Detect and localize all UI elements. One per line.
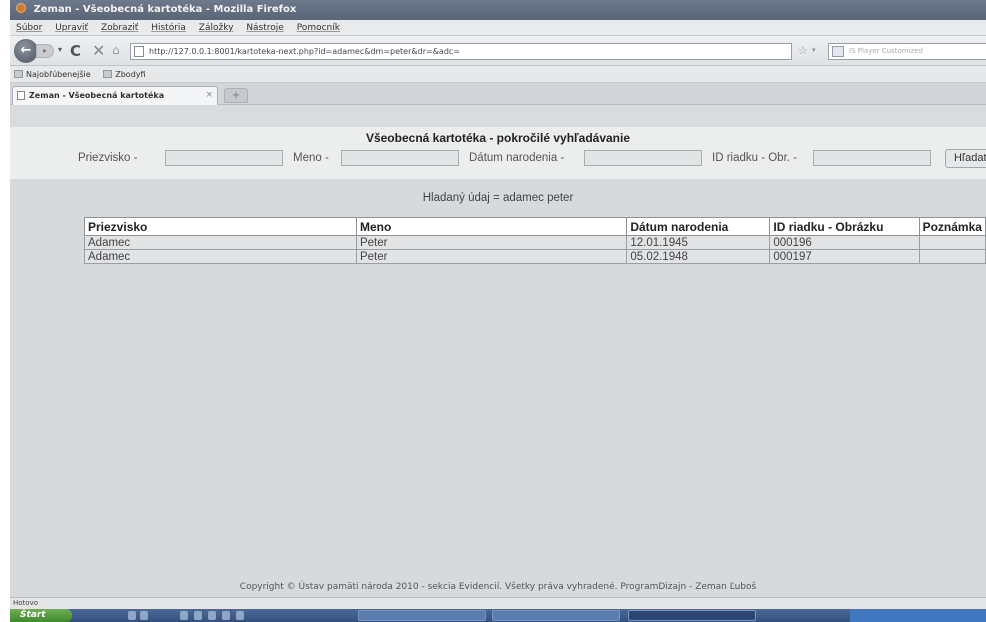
menu-bar: Súbor Upraviť Zobraziť História Záložky … — [10, 20, 986, 36]
cell-birth-date: 12.01.1945 — [626, 235, 771, 250]
url-bar[interactable]: http://127.0.0.1:8001/kartoteka-next.php… — [130, 43, 792, 60]
chevron-down-icon: ▾ — [812, 46, 816, 54]
reload-button[interactable]: C — [70, 42, 81, 60]
url-text: http://127.0.0.1:8001/kartoteka-next.php… — [149, 47, 461, 56]
cell-row-id: 000196 — [769, 235, 920, 250]
scan-edge — [0, 0, 10, 622]
cell-row-id: 000197 — [769, 249, 920, 264]
bookmark-most-visited[interactable]: Najobľúbenejšie — [14, 70, 91, 79]
menu-help[interactable]: Pomocník — [297, 23, 340, 33]
taskbar-window-button[interactable] — [628, 610, 756, 621]
bookmarks-toolbar: Najobľúbenejšie Zbodyfi — [10, 66, 986, 83]
home-icon: ⌂ — [112, 43, 120, 57]
name-label: Meno - — [293, 152, 329, 164]
menu-bookmarks[interactable]: Záložky — [199, 23, 234, 33]
history-dropdown-button[interactable]: ▾ — [58, 45, 62, 54]
quick-launch-icon[interactable] — [180, 611, 188, 620]
search-summary: Hladaný údaj = adamec peter — [422, 192, 574, 204]
table-row[interactable]: Adamec Peter 05.02.1948 000197 — [84, 249, 986, 264]
taskbar: Štart — [10, 609, 986, 622]
row-id-input[interactable] — [813, 150, 931, 166]
star-icon: ☆ — [798, 44, 808, 57]
url-dropdown-button[interactable]: ▾ — [812, 46, 816, 54]
bookmark-label: Zbodyfi — [115, 70, 146, 79]
menu-file[interactable]: Súbor — [16, 23, 42, 33]
column-header-birth-date: Dátum narodenia — [626, 217, 771, 236]
system-tray — [850, 609, 986, 622]
page-icon — [134, 46, 144, 57]
birth-date-label: Dátum narodenia - — [469, 152, 565, 164]
tab-label: Zeman - Všeobecná kartotéka — [29, 91, 165, 100]
cell-name: Peter — [355, 235, 628, 250]
start-button[interactable]: Štart — [10, 609, 72, 622]
taskbar-window-button[interactable] — [492, 610, 620, 621]
firefox-icon — [16, 3, 26, 13]
cell-note — [918, 249, 986, 264]
bookmark-item[interactable]: Zbodyfi — [103, 70, 146, 79]
row-id-label: ID riadku - Obr. - — [712, 152, 797, 164]
tab-strip: Zeman - Všeobecná kartotéka × + — [10, 83, 986, 105]
name-input[interactable] — [341, 150, 459, 166]
bookmark-star-button[interactable]: ☆ — [798, 44, 808, 57]
menu-history[interactable]: História — [151, 23, 186, 33]
search-placeholder: IS Player Customized — [849, 47, 923, 55]
status-bar: Hotovo — [10, 597, 986, 609]
surname-label: Priezvisko - — [78, 152, 138, 164]
page-icon — [17, 91, 25, 100]
cell-surname: Adamec — [84, 235, 357, 250]
forward-arrow-icon: ▸ — [42, 46, 47, 55]
plus-icon: + — [231, 90, 241, 101]
column-header-row-id: ID riadku - Obrázku — [769, 217, 920, 236]
home-button[interactable]: ⌂ — [112, 43, 126, 57]
quick-launch-icon[interactable] — [194, 611, 202, 620]
tab-close-icon[interactable]: × — [205, 87, 213, 104]
copyright-footer: Copyright © Ústav pamäti národa 2010 - s… — [239, 582, 757, 592]
status-text: Hotovo — [13, 599, 38, 607]
quick-launch-icon[interactable] — [208, 611, 216, 620]
back-button[interactable]: ← — [14, 39, 38, 63]
table-row[interactable]: Adamec Peter 12.01.1945 000196 — [84, 235, 986, 250]
chevron-down-icon: ▾ — [58, 45, 63, 54]
menu-edit[interactable]: Upraviť — [55, 23, 88, 33]
column-header-name: Meno — [355, 217, 628, 236]
surname-input[interactable] — [165, 150, 283, 166]
search-button[interactable]: Hľadať — [945, 149, 986, 168]
quick-launch-icon[interactable] — [222, 611, 230, 620]
search-bar[interactable]: IS Player Customized — [828, 43, 986, 60]
quick-launch-icon[interactable] — [236, 611, 244, 620]
window-title: Zeman - Všeobecná kartotéka - Mozilla Fi… — [33, 4, 297, 15]
new-tab-button[interactable]: + — [224, 88, 248, 103]
table-header-row: Priezvisko Meno Dátum narodenia ID riadk… — [84, 217, 986, 236]
birth-date-input[interactable] — [584, 150, 702, 166]
search-form: Priezvisko - Meno - Dátum narodenia - ID… — [10, 149, 986, 169]
bookmark-label: Najobľúbenejšie — [26, 70, 91, 79]
stop-icon: ✕ — [92, 41, 106, 60]
cell-name: Peter — [355, 249, 628, 264]
menu-tools[interactable]: Nástroje — [246, 23, 284, 33]
tab-active[interactable]: Zeman - Všeobecná kartotéka × — [12, 86, 218, 105]
column-header-note: Poznámka — [918, 217, 986, 236]
page-title: Všeobecná kartotéka - pokročilé vyhľadáv… — [365, 131, 631, 145]
bookmark-folder-icon — [14, 70, 23, 78]
bookmark-page-icon — [103, 70, 113, 78]
title-bar: Zeman - Všeobecná kartotéka - Mozilla Fi… — [10, 0, 986, 20]
cell-birth-date: 05.02.1948 — [626, 249, 771, 264]
column-header-surname: Priezvisko — [84, 217, 357, 236]
menu-view[interactable]: Zobraziť — [101, 23, 138, 33]
cell-note — [918, 235, 986, 250]
navigation-toolbar: ← ▸ ▾ C ✕ ⌂ http://127.0.0.1:8001/kartot… — [10, 36, 986, 66]
browser-window: Zeman - Všeobecná kartotéka - Mozilla Fi… — [10, 0, 986, 622]
taskbar-window-button[interactable] — [358, 610, 486, 621]
search-engine-icon[interactable] — [832, 46, 844, 57]
page-content: Všeobecná kartotéka - pokročilé vyhľadáv… — [10, 127, 986, 597]
reload-icon: C — [70, 42, 82, 60]
search-panel: Všeobecná kartotéka - pokročilé vyhľadáv… — [10, 127, 986, 179]
quick-launch-icon[interactable] — [128, 611, 136, 620]
stop-button[interactable]: ✕ — [92, 41, 105, 60]
quick-launch-icon[interactable] — [140, 611, 148, 620]
results-table: Priezvisko Meno Dátum narodenia ID riadk… — [84, 217, 986, 264]
back-arrow-icon: ← — [20, 43, 32, 58]
cell-surname: Adamec — [84, 249, 357, 264]
forward-button[interactable]: ▸ — [36, 44, 54, 58]
